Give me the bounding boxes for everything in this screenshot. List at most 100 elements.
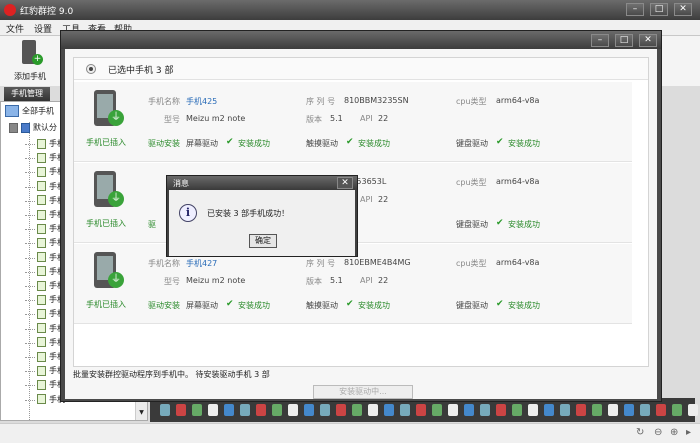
maximize-icon[interactable]: □ (650, 3, 668, 16)
close-icon[interactable]: ✕ (674, 3, 692, 16)
app-thumb-icon (496, 404, 506, 416)
dialog-message: 已安装 3 部手机成功！ (207, 209, 290, 218)
minimize-icon[interactable]: – (626, 3, 644, 16)
driver-install-window: – □ ✕ 已选中手机 3 部 ⏚ 手机已插入 手机名称 手机425 序 列 号 810B… (60, 30, 662, 402)
tree-connector (25, 215, 35, 216)
keyboard-driver-status: 安装成功 (508, 220, 540, 229)
app-thumb-icon (320, 404, 330, 416)
app-thumb-icon (160, 404, 170, 416)
tree-connector (25, 200, 35, 202)
plug-icon: ⏚ (108, 191, 124, 207)
app-thumb-icon (416, 404, 426, 416)
app-title: 红豹群控 9.0 (20, 7, 74, 17)
zoom-in-icon[interactable]: ⊕ (670, 427, 678, 438)
phone-icon (37, 365, 46, 376)
keyboard-driver: 键盘驱动 (456, 301, 488, 310)
cpu-key: cpu类型 (456, 97, 487, 106)
app-thumb-icon (352, 404, 362, 416)
menu-settings[interactable]: 设置 (34, 22, 52, 35)
driver-install-key: 驱 (148, 220, 156, 229)
dialog-close-icon[interactable]: ✕ (337, 177, 353, 189)
radio-icon[interactable] (86, 64, 96, 74)
tree-connector (25, 300, 35, 302)
device-cpu: arm64-v8a (496, 177, 540, 186)
device-version: 5.1 (330, 276, 343, 285)
device-api: 22 (378, 114, 389, 123)
install-driver-button[interactable]: 安装驱动中... (313, 385, 413, 399)
selected-count: 已选中手机 3 部 (108, 66, 174, 76)
app-thumb-icon (480, 404, 490, 416)
app-thumb-icon (368, 404, 378, 416)
expand-icon (9, 122, 18, 133)
dialog-title: 消息 (173, 179, 189, 188)
touch-driver: 触摸驱动 (306, 301, 338, 310)
tree-connector (25, 172, 35, 174)
app-thumb-icon (192, 404, 202, 416)
phone-icon (37, 138, 46, 149)
app-logo-icon (4, 4, 16, 16)
app-thumb-icon (608, 404, 618, 416)
more-icon[interactable]: ▸ (686, 427, 691, 438)
phone-icon (37, 195, 46, 206)
screen-driver: 屏幕驱动 (186, 139, 218, 148)
status-bar: ↻ ⊖ ⊕ ▸ (0, 423, 700, 443)
app-thumb-icon (464, 404, 474, 416)
version-key: 版本 (306, 115, 322, 124)
phone-icon (37, 294, 46, 305)
phone-icon (37, 351, 46, 362)
tab-phone-manage[interactable]: 手机管理 (4, 87, 50, 101)
tree-connector (25, 271, 35, 273)
driver-maximize-icon[interactable]: □ (615, 34, 633, 47)
tree-root[interactable]: 全部手机 (5, 105, 54, 119)
menu-file[interactable]: 文件 (6, 22, 24, 35)
folder-icon (21, 122, 30, 133)
cpu-key: cpu类型 (456, 178, 487, 187)
app-thumb-icon (400, 404, 410, 416)
zoom-out-icon[interactable]: ⊖ (654, 427, 662, 438)
app-thumb-icon (592, 404, 602, 416)
model-key: 型号 (164, 277, 180, 286)
plus-icon: + (32, 54, 43, 65)
phone-icon (37, 181, 46, 192)
device-name[interactable]: 手机425 (186, 96, 217, 107)
device-api: 22 (378, 276, 389, 285)
add-phone-button[interactable]: + 添加手机 (10, 40, 50, 84)
driver-close-icon[interactable]: ✕ (639, 34, 657, 47)
device-card: ⏚ 手机已插入 手机名称 手机425 序 列 号 810BBM3235SN cpu类型 arm… (74, 82, 632, 162)
app-thumb-icon (272, 404, 282, 416)
refresh-icon[interactable]: ↻ (636, 427, 644, 438)
app-thumb-icon (624, 404, 634, 416)
serial-key: 序 列 号 (306, 259, 336, 268)
app-thumb-icon (256, 404, 266, 416)
touch-driver-status: 安装成功 (358, 301, 390, 310)
device-list: 已选中手机 3 部 ⏚ 手机已插入 手机名称 手机425 序 列 号 810BBM3235… (73, 57, 649, 367)
phone-icon (37, 308, 46, 319)
api-key: API (360, 276, 373, 285)
name-key: 手机名称 (148, 97, 180, 106)
app-thumb-icon (640, 404, 650, 416)
check-icon: ✔ (226, 137, 234, 147)
tree-connector (25, 158, 35, 160)
plugged-status: 手机已插入 (86, 219, 126, 228)
app-thumb-icon (672, 404, 682, 416)
scroll-down-icon[interactable]: ▼ (137, 409, 146, 419)
dialog-ok-button[interactable]: 确定 (249, 234, 277, 248)
device-name[interactable]: 手机427 (186, 258, 217, 269)
tree-group[interactable]: 默认分 (9, 122, 57, 136)
version-key: 版本 (306, 277, 322, 286)
phone-icon (37, 152, 46, 163)
info-icon: i (179, 204, 197, 222)
plugged-status: 手机已插入 (86, 300, 126, 309)
tree-connector (25, 186, 35, 188)
phone-icon (37, 379, 46, 390)
tree-connector (25, 286, 35, 287)
dialog-body: i 已安装 3 部手机成功！ 确定 (169, 190, 355, 256)
app-thumb-icon (448, 404, 458, 416)
model-key: 型号 (164, 115, 180, 124)
app-thumb-icon (208, 404, 218, 416)
app-thumb-icon (576, 404, 586, 416)
add-phone-label: 添加手机 (14, 72, 46, 81)
driver-minimize-icon[interactable]: – (591, 34, 609, 47)
tree-connector (25, 371, 35, 373)
plug-icon: ⏚ (108, 110, 124, 126)
